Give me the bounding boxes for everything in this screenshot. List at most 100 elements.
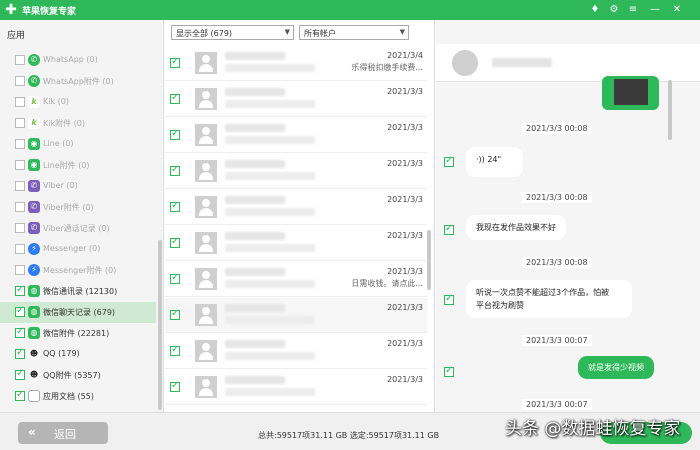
menu-icon[interactable]: ≡ [626,3,640,17]
sidebar-item-checkbox[interactable] [15,118,25,128]
sidebar-item-checkbox[interactable] [15,326,25,338]
viber-icon: ✆ [28,222,40,234]
message-list-row[interactable]: 2021/3/3 日需收钱。请点此... [165,262,427,297]
sidebar-item-checkbox[interactable] [15,389,25,401]
show-filter-value: 显示全部 (679) [176,29,233,38]
message-list-row[interactable]: 2021/3/3 [165,226,427,261]
back-button[interactable]: « 返回 [18,422,108,444]
message-checkbox[interactable] [444,293,454,305]
sidebar-item[interactable]: k Kik附件 (0) [0,113,156,134]
account-filter-select[interactable]: 所有帐户 ▼ [299,25,409,40]
message-row-checkbox[interactable] [170,272,180,284]
message-list-row[interactable]: 2021/3/3 [165,298,427,333]
message-list-row[interactable]: 2021/3/3 [165,190,427,225]
sidebar-item[interactable]: ◍微信聊天记录 (679) [0,302,156,323]
contact-name-blurred [225,124,285,132]
message-date: 2021/3/3 [387,231,423,240]
image-message-bubble[interactable] [602,76,659,110]
sidebar-scrollbar[interactable] [158,240,162,410]
sidebar-item-checkbox[interactable] [15,160,25,170]
message-list-scrollbar[interactable] [427,230,431,290]
message-list-row[interactable]: 2021/3/3 [165,82,427,117]
contact-avatar [195,196,217,218]
sidebar-item[interactable]: ✆ Viber (0) [0,176,156,197]
sidebar-item-checkbox[interactable] [15,181,25,191]
message-preview-blurred [225,244,315,252]
sidebar-item-checkbox[interactable] [15,347,25,359]
contact-avatar [195,340,217,362]
sidebar-item-label: QQ附件 (5357) [43,371,101,380]
message-timestamp: 2021/3/3 00:08 [522,192,592,203]
message-list-row[interactable]: 2021/3/3 [165,118,427,153]
message-row-checkbox[interactable] [170,56,180,68]
sidebar-item-label: Line (0) [43,139,74,148]
show-filter-select[interactable]: 显示全部 (679) ▼ [171,25,294,40]
chevron-down-icon: ▼ [399,28,405,36]
sidebar-item[interactable]: k Kik (0) [0,92,156,113]
sidebar-item-checkbox[interactable] [15,223,25,233]
close-icon[interactable]: ✕ [670,3,684,17]
message-row-checkbox[interactable] [170,164,180,176]
message-checkbox[interactable] [444,155,454,167]
sidebar-item[interactable]: ◍微信通讯录 (12130) [0,281,156,302]
chat-detail-panel: 2021/3/3 00:08 ·)) 24" 2021/3/3 00:08 我现… [436,20,700,412]
message-date: 2021/3/4 [387,51,423,60]
sidebar-item-label: QQ (179) [43,349,80,358]
voice-duration: 24" [487,155,502,164]
sidebar-item-checkbox[interactable] [15,76,25,86]
chat-scrollbar[interactable] [668,80,672,140]
settings-icon[interactable]: ⚙ [607,3,621,17]
sidebar-item-checkbox[interactable] [15,55,25,65]
voice-icon: ·)) [476,155,485,164]
message-list-row[interactable]: 2021/3/3 [165,154,427,189]
sent-message-bubble[interactable]: 就是发得少视频 [578,356,654,379]
diamond-icon[interactable]: ♦ [588,3,602,17]
sidebar-item[interactable]: ⚡ Messenger (0) [0,239,156,260]
sidebar-item[interactable]: ◉ Line (0) [0,134,156,155]
sidebar-item-checkbox[interactable] [15,305,25,317]
message-checkbox[interactable] [444,223,454,235]
sidebar-item-checkbox[interactable] [15,97,25,107]
message-timestamp: 2021/3/3 00:08 [522,123,592,134]
message-list-row[interactable]: 2021/3/3 [165,370,427,405]
message-row-checkbox[interactable] [170,380,180,392]
voice-message-bubble[interactable]: ·)) 24" [466,147,523,177]
message-row-checkbox[interactable] [170,308,180,320]
wechat-icon: ◍ [28,327,40,339]
sidebar-item[interactable]: 应用文档 (55) [0,386,156,407]
sidebar-item[interactable]: ✆ WhatsApp附件 (0) [0,71,156,92]
sidebar-item-checkbox[interactable] [15,202,25,212]
minimize-icon[interactable]: — [648,3,662,17]
message-row-checkbox[interactable] [170,236,180,248]
sidebar-item-checkbox[interactable] [15,284,25,296]
sidebar-item[interactable]: ◍微信附件 (22281) [0,323,156,344]
message-list-row[interactable]: 2021/3/4 乐得税扣缴手续费... [165,46,427,81]
message-row-checkbox[interactable] [170,200,180,212]
sidebar-item-label: 微信通讯录 (12130) [43,287,118,296]
sidebar-item[interactable]: ✆ Viber通话记录 (0) [0,218,156,239]
text-message-bubble[interactable]: 听说一次点赞不能超过3个作品，怕被 平台视为刷赞 [466,280,632,318]
message-row-checkbox[interactable] [170,128,180,140]
message-list-row[interactable]: 2021/3/3 [165,334,427,369]
sidebar-item[interactable]: ☻QQ附件 (5357) [0,365,156,386]
text-message-bubble[interactable]: 我现在发作品效果不好 [466,215,566,240]
sidebar-item[interactable]: ✆ WhatsApp (0) [0,50,156,71]
contact-avatar [452,50,478,76]
message-preview-blurred [225,352,315,360]
whatsapp-icon: ✆ [28,75,40,87]
sidebar-item[interactable]: ☻QQ (179) [0,344,156,365]
sidebar-item[interactable]: ⚡ Messenger附件 (0) [0,260,156,281]
sidebar-item-checkbox[interactable] [15,265,25,275]
message-row-checkbox[interactable] [170,92,180,104]
message-row-checkbox[interactable] [170,344,180,356]
sidebar-item-checkbox[interactable] [15,139,25,149]
sidebar-item-checkbox[interactable] [15,368,25,380]
sidebar-item[interactable]: ◉ Line附件 (0) [0,155,156,176]
message-preview-blurred [225,136,315,144]
sidebar-item[interactable]: ✆ Viber附件 (0) [0,197,156,218]
sidebar-item-checkbox[interactable] [15,244,25,254]
sidebar-header: 应用 [7,31,26,41]
message-checkbox[interactable] [444,365,454,377]
double-chevron-left-icon: « [28,425,36,439]
contact-name-blurred [225,304,285,312]
